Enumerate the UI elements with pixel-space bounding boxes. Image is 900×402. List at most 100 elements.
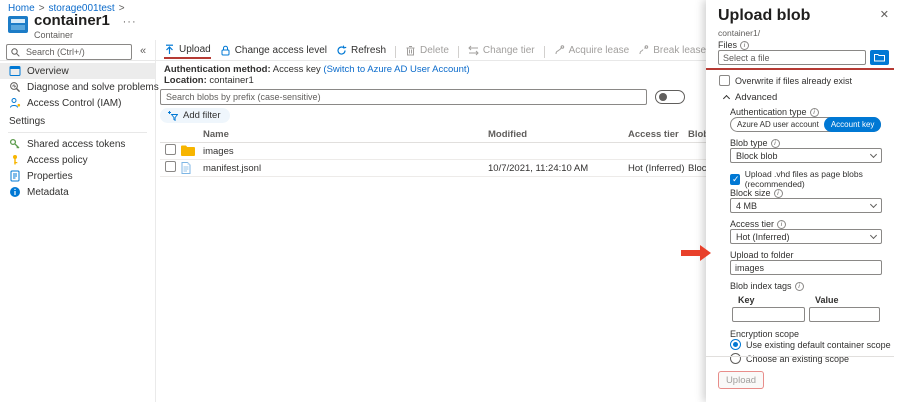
blob-table: Name Modified Access tier Blob type imag… (160, 127, 760, 177)
tag-key-input[interactable] (732, 307, 805, 322)
info-icon[interactable]: i (810, 108, 819, 117)
row-checkbox[interactable] (165, 161, 176, 172)
sidebar-item-label: Diagnose and solve problems (27, 82, 159, 93)
sidebar-item-shared-access-tokens[interactable]: Shared access tokens (0, 136, 155, 152)
sidebar-search-input[interactable] (26, 47, 127, 57)
column-header-name[interactable]: Name (203, 129, 488, 140)
access-tier-select[interactable]: Hot (Inferred) (730, 229, 882, 244)
vhd-checkbox[interactable] (730, 174, 740, 185)
change-tier-button[interactable]: Change tier (468, 45, 535, 58)
shared-access-token-icon (9, 138, 21, 150)
toolbar-separator (395, 46, 396, 58)
file-select-input[interactable] (718, 50, 866, 65)
auth-method-label: Authentication method: (164, 64, 271, 75)
block-size-select[interactable]: 4 MB (730, 198, 882, 213)
blob-prefix-search-input[interactable] (166, 92, 641, 102)
encryption-option-existing[interactable]: Choose an existing scope (730, 353, 849, 364)
properties-icon (9, 170, 21, 182)
browse-files-button[interactable] (870, 50, 889, 65)
collapse-sidebar-button[interactable]: « (140, 45, 146, 57)
sidebar-item-metadata[interactable]: Metadata (0, 184, 155, 200)
table-row-images[interactable]: images (160, 143, 760, 160)
sidebar-section-divider (8, 132, 147, 133)
info-icon[interactable]: i (777, 220, 786, 229)
info-icon[interactable]: i (740, 41, 749, 50)
panel-title: Upload blob (718, 7, 810, 25)
panel-divider (706, 356, 894, 357)
sidebar-item-diagnose[interactable]: Diagnose and solve problems (0, 79, 155, 95)
radio-icon[interactable] (730, 353, 741, 364)
command-label: Delete (420, 45, 449, 56)
upload-blob-panel: Upload blob ✕ container1/ Files i Overwr… (706, 0, 900, 402)
row-checkbox[interactable] (165, 144, 176, 155)
table-row-manifest[interactable]: manifest.jsonl 10/7/2021, 11:24:10 AM Ho… (160, 160, 760, 177)
toolbar-separator (544, 46, 545, 58)
lock-icon (220, 45, 231, 56)
column-header-access-tier[interactable]: Access tier (628, 129, 688, 140)
acquire-lease-button[interactable]: Acquire lease (554, 45, 630, 58)
sidebar-item-access-policy[interactable]: Access policy (0, 152, 155, 168)
break-lease-button[interactable]: Break lease (638, 45, 706, 58)
sidebar-item-properties[interactable]: Properties (0, 168, 155, 184)
sidebar-item-label: Access policy (27, 155, 88, 166)
info-icon[interactable]: i (795, 282, 804, 291)
swap-arrows-icon (468, 45, 479, 56)
command-label: Acquire lease (569, 45, 630, 56)
column-header-modified[interactable]: Modified (488, 129, 628, 140)
vhd-option[interactable]: Upload .vhd files as page blobs (recomme… (730, 169, 900, 189)
title-context-menu[interactable]: ··· (123, 16, 137, 28)
blob-access-tier: Hot (Inferred) (628, 163, 688, 174)
switch-auth-link[interactable]: (Switch to Azure AD User Account) (323, 64, 469, 75)
sidebar-item-overview[interactable]: Overview (0, 63, 155, 79)
chevron-down-icon (870, 232, 877, 239)
sidebar-search (6, 44, 132, 60)
advanced-expander[interactable]: Advanced (724, 92, 777, 103)
upload-folder-input[interactable] (730, 260, 882, 275)
refresh-icon (336, 45, 347, 56)
upload-submit-button[interactable]: Upload (718, 371, 764, 389)
command-label: Break lease (653, 45, 706, 56)
sidebar-divider (155, 40, 156, 402)
location-label: Location: (164, 75, 207, 86)
add-filter-button[interactable]: Add filter (160, 108, 230, 123)
auth-type-label: Authentication type i (730, 107, 819, 117)
search-icon (11, 48, 23, 57)
add-filter-label: Add filter (183, 110, 221, 121)
info-icon[interactable]: i (771, 139, 780, 148)
auth-info: Authentication method: Access key (Switc… (164, 64, 470, 86)
person-key-icon (9, 97, 21, 109)
container-icon (8, 16, 28, 33)
sidebar-item-access-control[interactable]: Access Control (IAM) (0, 95, 155, 111)
auth-option-account-key[interactable]: Account key (824, 117, 882, 132)
upload-icon (164, 44, 175, 55)
upload-command-button[interactable]: Upload (164, 44, 211, 59)
blob-name-link[interactable]: images (203, 146, 488, 157)
tag-value-input[interactable] (809, 307, 880, 322)
location-value: container1 (209, 75, 253, 86)
sidebar-item-label: Shared access tokens (27, 139, 125, 150)
files-label: Files i (718, 40, 749, 50)
close-icon[interactable]: ✕ (880, 8, 889, 21)
radio-selected-icon[interactable] (730, 339, 741, 350)
overwrite-option[interactable]: Overwrite if files already exist (719, 75, 852, 86)
delete-button[interactable]: Delete (405, 45, 449, 58)
encryption-option-default[interactable]: Use existing default container scope (730, 339, 891, 350)
chevron-down-icon (870, 151, 877, 158)
change-access-level-button[interactable]: Change access level (220, 45, 327, 58)
blob-name-link[interactable]: manifest.jsonl (203, 163, 488, 174)
folder-icon (181, 145, 195, 157)
sidebar-item-label: Properties (27, 171, 73, 182)
azure-portal-page: Home>storage001test> container1 ··· Cont… (0, 0, 900, 402)
refresh-button[interactable]: Refresh (336, 45, 386, 58)
auth-type-pill: Azure AD user account Account key (730, 117, 881, 132)
folder-open-icon (874, 53, 885, 62)
auth-option-azure-ad[interactable]: Azure AD user account (731, 120, 825, 129)
deleted-blobs-toggle[interactable] (655, 90, 685, 104)
blob-prefix-search (160, 89, 647, 105)
overwrite-checkbox[interactable] (719, 75, 730, 86)
blob-type-select[interactable]: Block blob (730, 148, 882, 163)
toolbar-separator (458, 46, 459, 58)
file-picker (718, 50, 889, 65)
toolbar-divider (0, 60, 706, 61)
info-icon[interactable]: i (774, 189, 783, 198)
